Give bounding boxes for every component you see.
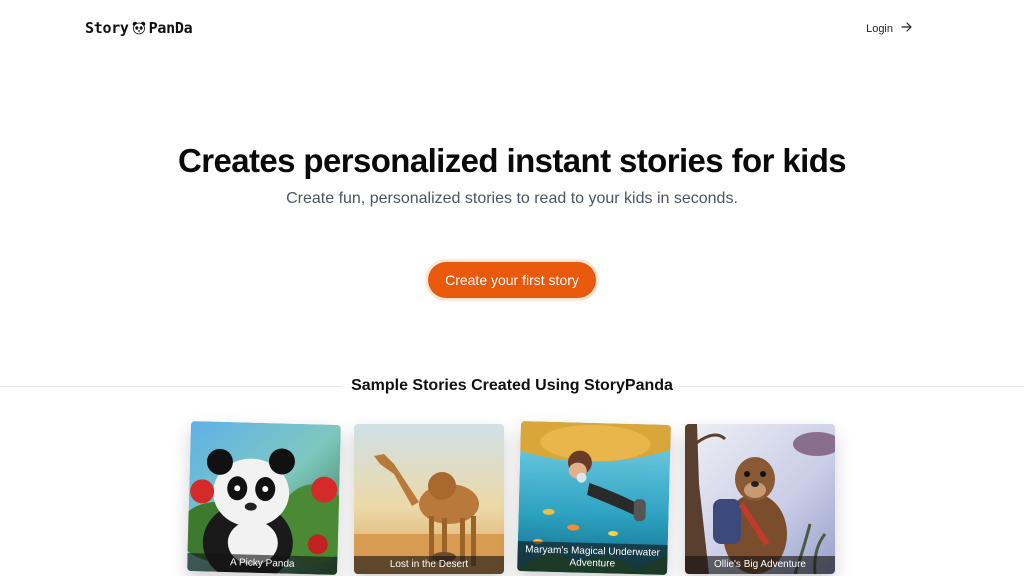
story-card-lost-in-desert[interactable]: Lost in the Desert <box>354 424 504 574</box>
arrow-right-icon <box>901 22 912 35</box>
panda-illustration <box>187 421 341 575</box>
login-link[interactable]: Login <box>866 22 912 35</box>
story-card-caption: A Picky Panda <box>187 553 338 575</box>
create-first-story-button[interactable]: Create your first story <box>428 262 596 298</box>
story-card-picky-panda[interactable]: A Picky Panda <box>187 421 341 575</box>
sample-stories-heading: Sample Stories Created Using StoryPanda <box>351 377 673 394</box>
hero-subtitle: Create fun, personalized stories to read… <box>286 190 738 207</box>
camel-illustration <box>354 424 504 574</box>
story-card-caption: Lost in the Desert <box>354 556 504 574</box>
story-card-caption: Maryam's Magical Underwater Adventure <box>517 541 668 575</box>
storypanda-logo[interactable]: Story PanDa <box>85 19 193 37</box>
hero-title: Creates personalized instant stories for… <box>177 142 847 179</box>
logo-text-panda: PanDa <box>148 19 193 37</box>
logo-text-story: Story <box>85 19 129 37</box>
otter-illustration <box>685 424 835 574</box>
story-card-maryam-underwater[interactable]: Maryam's Magical Underwater Adventure <box>517 421 671 575</box>
story-card-ollie-adventure[interactable]: Ollie's Big Adventure <box>685 424 835 574</box>
story-card-caption: Ollie's Big Adventure <box>685 556 835 574</box>
panda-icon <box>132 21 146 35</box>
login-label: Login <box>866 22 893 35</box>
site-header: Story PanDa Login <box>0 0 1024 60</box>
